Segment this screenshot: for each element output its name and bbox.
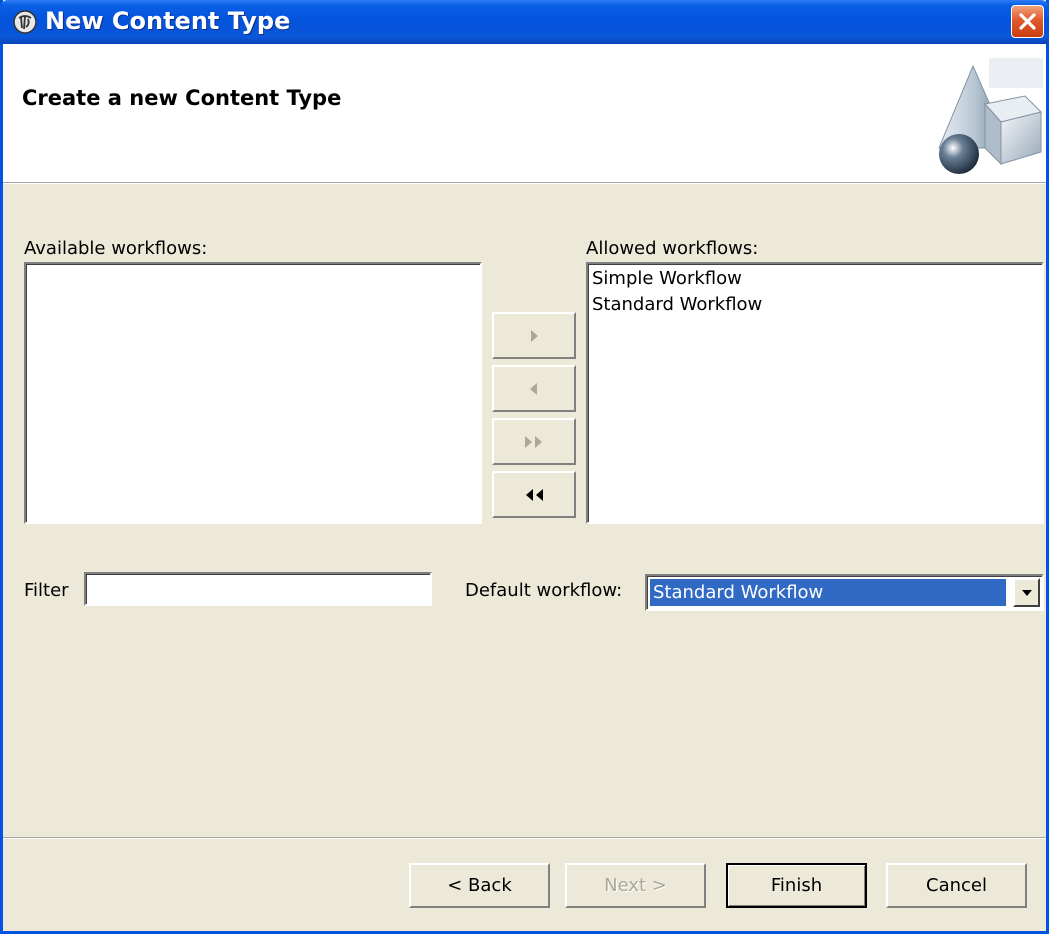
double-triangle-right-icon — [525, 435, 542, 448]
finish-button[interactable]: Finish — [726, 863, 867, 908]
remove-button[interactable] — [492, 365, 576, 412]
app-logo-icon — [13, 10, 37, 34]
filter-input[interactable] — [86, 574, 430, 604]
triangle-left-icon — [530, 382, 537, 395]
footer-divider — [3, 837, 1046, 839]
next-button[interactable]: Next > — [565, 863, 706, 908]
title-bar[interactable]: New Content Type — [0, 0, 1049, 44]
cancel-button[interactable]: Cancel — [886, 863, 1027, 908]
default-workflow-value[interactable]: Standard Workflow — [649, 578, 1007, 607]
filter-label: Filter — [24, 580, 69, 601]
allowed-workflows-list[interactable]: Simple Workflow Standard Workflow — [586, 262, 1044, 524]
close-button[interactable] — [1011, 5, 1044, 38]
header-divider — [3, 183, 1046, 184]
available-workflows-label: Available workflows: — [24, 238, 208, 259]
page-title: Create a new Content Type — [22, 86, 342, 110]
allowed-workflows-label: Allowed workflows: — [586, 238, 759, 259]
default-workflow-select[interactable]: Standard Workflow — [645, 574, 1044, 611]
available-workflows-list[interactable] — [24, 262, 482, 524]
chevron-down-icon — [1021, 589, 1032, 596]
remove-all-button[interactable] — [492, 471, 576, 518]
double-triangle-left-icon — [526, 488, 543, 501]
wizard-header: Create a new Content Type — [3, 44, 1046, 183]
add-all-button[interactable] — [492, 418, 576, 465]
close-icon — [1019, 13, 1036, 30]
add-button[interactable] — [492, 312, 576, 359]
window-title: New Content Type — [45, 7, 291, 35]
filter-field[interactable] — [84, 572, 432, 606]
default-workflow-label: Default workflow: — [465, 580, 623, 601]
list-item[interactable]: Standard Workflow — [592, 294, 762, 315]
list-item[interactable]: Simple Workflow — [592, 268, 742, 289]
triangle-right-icon — [531, 329, 538, 342]
back-button[interactable]: < Back — [409, 863, 550, 908]
wizard-shapes-graphic — [938, 58, 1043, 174]
dropdown-button[interactable] — [1013, 578, 1040, 607]
